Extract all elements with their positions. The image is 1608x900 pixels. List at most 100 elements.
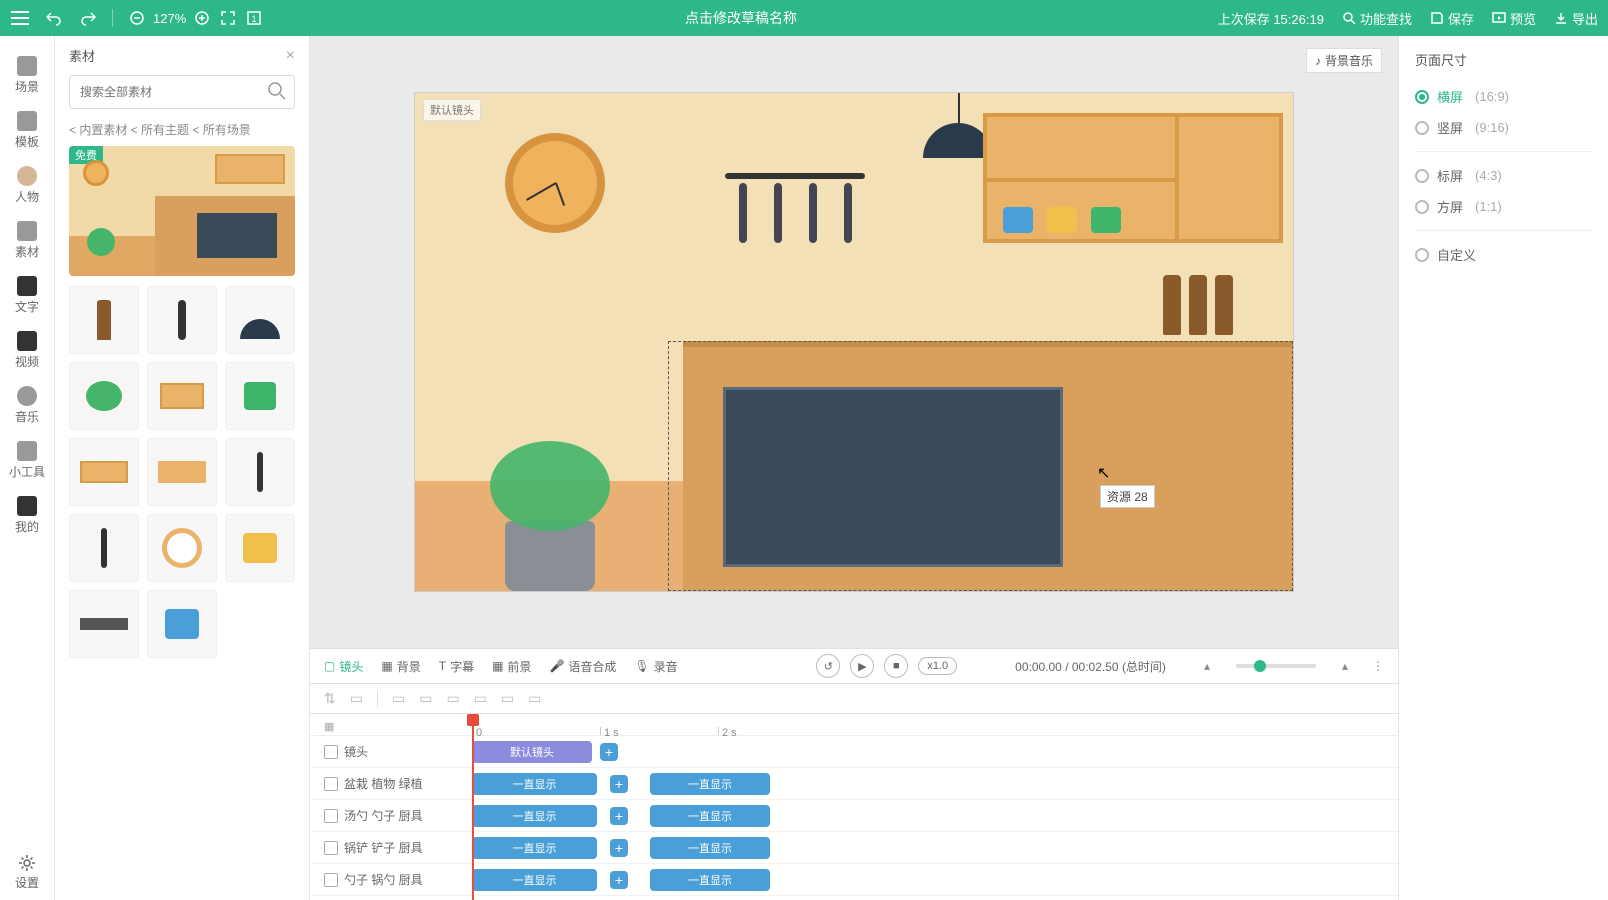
asset-thumb-ladle[interactable] — [225, 438, 295, 506]
ratio-option[interactable]: 方屏(1:1) — [1415, 191, 1592, 222]
asset-thumb-board[interactable] — [147, 362, 217, 430]
rail-text[interactable]: 文字 — [0, 268, 54, 323]
ratio-option[interactable]: 竖屏(9:16) — [1415, 112, 1592, 143]
tab-shot[interactable]: ▢ 镜头 — [324, 658, 363, 675]
save-button[interactable]: 保存 — [1430, 9, 1474, 28]
timeline-menu-icon[interactable]: ⋮ — [1372, 659, 1384, 673]
timeline-clip[interactable]: 一直显示 — [650, 773, 770, 795]
rail-widget[interactable]: 小工具 — [0, 433, 54, 488]
timeline-clip[interactable]: 一直显示 — [650, 869, 770, 891]
timeline-clip[interactable]: 一直显示 — [650, 805, 770, 827]
actual-size-icon[interactable]: 1 — [244, 8, 264, 28]
scene-utensils[interactable] — [725, 173, 865, 243]
scene-shelf[interactable] — [983, 113, 1283, 243]
preview-button[interactable]: 预览 — [1492, 9, 1536, 28]
timeline-zoom-slider[interactable] — [1236, 664, 1316, 668]
track-content[interactable]: 默认镜头 + — [470, 736, 1398, 767]
rail-character[interactable]: 人物 — [0, 158, 54, 213]
tool-icon-6[interactable]: ▭ — [474, 690, 487, 707]
asset-thumb-bottle[interactable] — [69, 286, 139, 354]
track-label[interactable]: 勺子 锅勺 厨具 — [310, 871, 470, 888]
tab-background[interactable]: ▦ 背景 — [381, 658, 420, 675]
asset-thumb-lamp[interactable] — [225, 286, 295, 354]
rail-music[interactable]: 音乐 — [0, 378, 54, 433]
document-title[interactable]: 点击修改草稿名称 — [264, 8, 1217, 28]
export-button[interactable]: 导出 — [1554, 9, 1598, 28]
scene-plant[interactable] — [505, 441, 610, 591]
bgm-button[interactable]: ♪ 背景音乐 — [1306, 48, 1382, 73]
play-icon[interactable]: ▶ — [850, 654, 874, 678]
ratio-option[interactable]: 标屏(4:3) — [1415, 160, 1592, 191]
asset-thumb-cup-green[interactable] — [225, 362, 295, 430]
asset-thumb-cup-yellow[interactable] — [225, 514, 295, 582]
track-content[interactable]: 一直显示一直显示+ — [470, 864, 1398, 895]
rail-material[interactable]: 素材 — [0, 213, 54, 268]
tab-foreground[interactable]: ▦ 前景 — [492, 658, 531, 675]
asset-preview-large[interactable]: 免费 — [69, 146, 295, 276]
asset-thumb-cup-blue[interactable] — [147, 590, 217, 658]
track-label[interactable]: 汤勺 勺子 厨具 — [310, 807, 470, 824]
asset-thumb-clock[interactable] — [147, 514, 217, 582]
playhead[interactable] — [472, 714, 474, 900]
ratio-option[interactable]: 横屏(16:9) — [1415, 81, 1592, 112]
filter-icon[interactable]: ⇅ — [324, 690, 336, 707]
rail-template[interactable]: 模板 — [0, 103, 54, 158]
tab-subtitle[interactable]: T 字幕 — [439, 658, 474, 675]
zoom-timeline-out-icon[interactable]: ▴ — [1204, 659, 1210, 673]
tab-record[interactable]: 🎙 录音 — [634, 658, 677, 675]
track-label[interactable]: 锅铲 铲子 厨具 — [310, 839, 470, 856]
undo-icon[interactable] — [44, 8, 64, 28]
asset-thumb-plant[interactable] — [69, 362, 139, 430]
tool-icon-5[interactable]: ▭ — [446, 690, 459, 707]
rail-mine[interactable]: 我的 — [0, 488, 54, 543]
rail-scene[interactable]: 场景 — [0, 48, 54, 103]
add-clip-button[interactable]: + — [600, 743, 618, 761]
search-input[interactable] — [69, 75, 295, 109]
track-content[interactable]: 一直显示 一直显示 + — [470, 800, 1398, 831]
rail-video[interactable]: 视频 — [0, 323, 54, 378]
zoom-in-icon[interactable] — [192, 8, 212, 28]
rail-settings[interactable]: 设置 — [0, 845, 54, 900]
ratio-option[interactable]: 自定义 — [1415, 239, 1592, 270]
rewind-icon[interactable]: ↺ — [816, 654, 840, 678]
asset-thumb-spatula[interactable] — [147, 286, 217, 354]
speed-button[interactable]: x1.0 — [918, 657, 957, 675]
fit-screen-icon[interactable] — [218, 8, 238, 28]
timeline-clip[interactable]: 一直显示 — [472, 805, 597, 827]
asset-thumb-bench[interactable] — [69, 590, 139, 658]
tool-icon-7[interactable]: ▭ — [501, 690, 514, 707]
asset-thumb-sideboard[interactable] — [147, 438, 217, 506]
add-clip-button[interactable]: + — [610, 839, 628, 857]
redo-icon[interactable] — [78, 8, 98, 28]
search-icon[interactable] — [267, 81, 287, 101]
track-content[interactable]: 一直显示 一直显示 + — [470, 832, 1398, 863]
add-clip-button[interactable]: + — [610, 871, 628, 889]
asset-thumb-spoon[interactable] — [69, 514, 139, 582]
breadcrumb[interactable]: < 内置素材 < 所有主题 < 所有场景 — [55, 117, 309, 146]
tool-icon-2[interactable]: ▭ — [350, 690, 363, 707]
tool-icon-3[interactable]: ▭ — [392, 690, 405, 707]
timeline-clip[interactable]: 一直显示 — [650, 837, 770, 859]
asset-thumb-cabinet[interactable] — [69, 438, 139, 506]
track-content[interactable]: 一直显示 一直显示 + — [470, 768, 1398, 799]
track-label[interactable]: 盆栽 植物 绿植 — [310, 775, 470, 792]
scene-clock[interactable] — [505, 133, 605, 233]
tool-icon-8[interactable]: ▭ — [528, 690, 541, 707]
zoom-timeline-in-icon[interactable]: ▴ — [1342, 659, 1348, 673]
canvas[interactable]: 默认镜头 资源 28 ↖ — [414, 92, 1294, 592]
add-clip-button[interactable]: + — [610, 775, 628, 793]
scene-counter[interactable] — [683, 341, 1293, 591]
tool-icon-4[interactable]: ▭ — [419, 690, 432, 707]
scene-bottles[interactable] — [1163, 275, 1233, 335]
add-clip-button[interactable]: + — [610, 807, 628, 825]
tab-tts[interactable]: 🎤 语音合成 — [549, 658, 616, 675]
stop-icon[interactable]: ■ — [884, 654, 908, 678]
feature-find-button[interactable]: 功能查找 — [1342, 9, 1412, 28]
timeline-clip[interactable]: 一直显示 — [472, 837, 597, 859]
track-label[interactable]: 镜头 — [310, 743, 470, 760]
timeline-clip[interactable]: 默认镜头 — [472, 741, 592, 763]
timeline-clip[interactable]: 一直显示 — [472, 773, 597, 795]
menu-icon[interactable] — [10, 8, 30, 28]
close-icon[interactable]: × — [286, 47, 295, 65]
zoom-out-icon[interactable] — [127, 8, 147, 28]
